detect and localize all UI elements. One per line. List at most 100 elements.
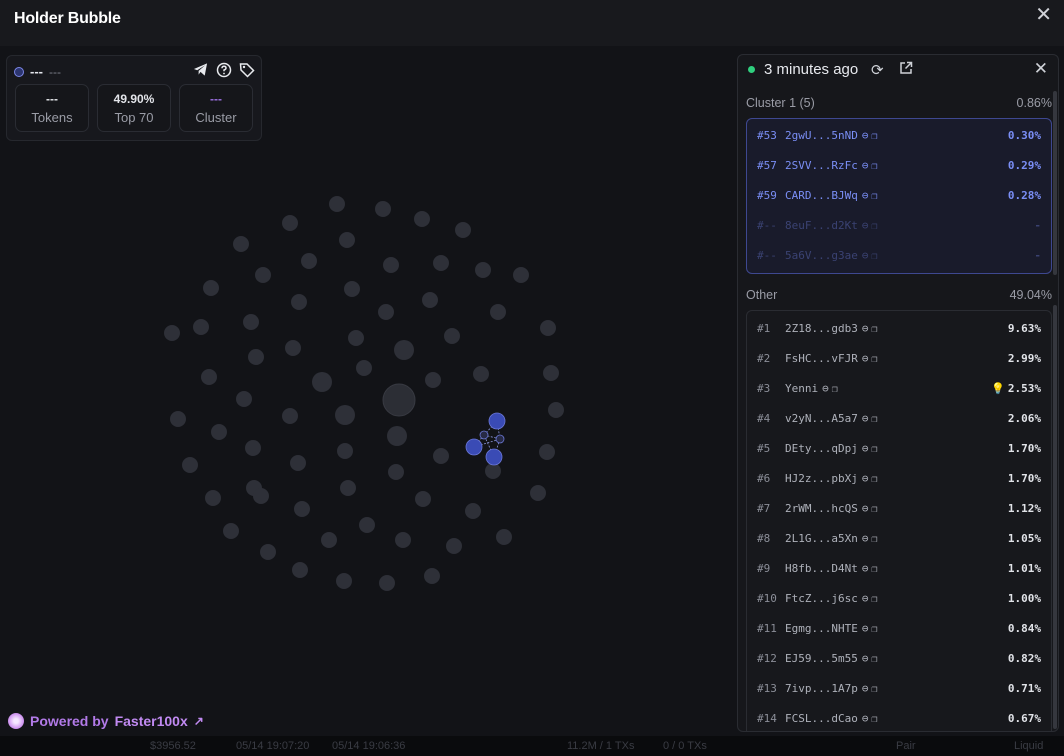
holder-bubble[interactable] bbox=[182, 457, 198, 473]
holder-bubble[interactable] bbox=[301, 253, 317, 269]
cluster-bubble[interactable] bbox=[495, 434, 505, 444]
copy-icon[interactable]: ❐ bbox=[871, 187, 877, 207]
holder-bubble[interactable] bbox=[282, 408, 298, 424]
copy-icon[interactable]: ❐ bbox=[871, 680, 877, 700]
holder-row[interactable]: #-- 8euF...d2Kt ⊖ ❐ - bbox=[747, 216, 1051, 236]
holder-bubble[interactable] bbox=[294, 501, 310, 517]
holder-address[interactable]: CARD...BJWq bbox=[785, 189, 858, 202]
holder-bubble[interactable] bbox=[248, 349, 264, 365]
copy-icon[interactable]: ❐ bbox=[871, 320, 877, 340]
external-link-icon[interactable] bbox=[899, 61, 913, 78]
holder-bubble[interactable] bbox=[379, 575, 395, 591]
holder-address[interactable]: 2SVV...RzFc bbox=[785, 159, 858, 172]
link-icon[interactable]: ⊖ bbox=[862, 709, 869, 729]
copy-icon[interactable]: ❐ bbox=[871, 247, 877, 267]
holder-bubble[interactable] bbox=[201, 369, 217, 385]
link-icon[interactable]: ⊖ bbox=[862, 216, 869, 236]
holder-address[interactable]: Yenni bbox=[785, 382, 818, 395]
holder-row[interactable]: #1 2Z18...gdb3 ⊖ ❐ 9.63% bbox=[747, 319, 1051, 339]
holder-bubble[interactable] bbox=[383, 257, 399, 273]
holder-address[interactable]: FsHC...vFJR bbox=[785, 352, 858, 365]
copy-icon[interactable]: ❐ bbox=[871, 590, 877, 610]
holder-bubble[interactable] bbox=[255, 267, 271, 283]
holder-row[interactable]: #4 v2yN...A5a7 ⊖ ❐ 2.06% bbox=[747, 409, 1051, 429]
holder-bubble[interactable] bbox=[203, 280, 219, 296]
holder-address[interactable]: 2gwU...5nND bbox=[785, 129, 858, 142]
cluster-scrollbar[interactable] bbox=[1053, 91, 1057, 275]
holder-bubble[interactable] bbox=[337, 443, 353, 459]
holder-bubble[interactable] bbox=[378, 304, 394, 320]
holder-bubble[interactable] bbox=[375, 201, 391, 217]
holder-address[interactable]: 7ivp...1A7p bbox=[785, 682, 858, 695]
holder-bubble[interactable] bbox=[223, 523, 239, 539]
other-scrollbar[interactable] bbox=[1053, 305, 1057, 729]
help-icon[interactable] bbox=[215, 62, 232, 79]
copy-icon[interactable]: ❐ bbox=[871, 710, 877, 730]
link-icon[interactable]: ⊖ bbox=[862, 649, 869, 669]
holder-bubble[interactable] bbox=[543, 365, 559, 381]
holder-bubble[interactable] bbox=[433, 448, 449, 464]
link-icon[interactable]: ⊖ bbox=[862, 469, 869, 489]
copy-icon[interactable]: ❐ bbox=[871, 127, 877, 147]
holder-bubble[interactable] bbox=[211, 424, 227, 440]
holder-bubble[interactable] bbox=[205, 490, 221, 506]
holder-row[interactable]: #10 FtcZ...j6sc ⊖ ❐ 1.00% bbox=[747, 589, 1051, 609]
holder-address[interactable]: 2L1G...a5Xn bbox=[785, 532, 858, 545]
holder-row[interactable]: #14 FCSL...dCao ⊖ ❐ 0.67% bbox=[747, 709, 1051, 729]
holder-bubble[interactable] bbox=[465, 503, 481, 519]
holder-bubble[interactable] bbox=[282, 215, 298, 231]
holder-row[interactable]: #3 Yenni ⊖ ❐ 💡 2.53% bbox=[747, 379, 1051, 399]
holder-address[interactable]: 2rWM...hcQS bbox=[785, 502, 858, 515]
powered-by-link[interactable]: Powered by Faster100x ↗ bbox=[8, 713, 204, 729]
copy-icon[interactable]: ❐ bbox=[832, 380, 838, 400]
copy-icon[interactable]: ❐ bbox=[871, 217, 877, 237]
holder-address[interactable]: H8fb...D4Nt bbox=[785, 562, 858, 575]
holder-bubble[interactable] bbox=[321, 532, 337, 548]
holder-row[interactable]: #6 HJ2z...pbXj ⊖ ❐ 1.70% bbox=[747, 469, 1051, 489]
holder-address[interactable]: 8euF...d2Kt bbox=[785, 219, 858, 232]
holder-bubble[interactable] bbox=[414, 211, 430, 227]
holder-address[interactable]: HJ2z...pbXj bbox=[785, 472, 858, 485]
holder-row[interactable]: #9 H8fb...D4Nt ⊖ ❐ 1.01% bbox=[747, 559, 1051, 579]
holder-bubble[interactable] bbox=[540, 320, 556, 336]
copy-icon[interactable]: ❐ bbox=[871, 350, 877, 370]
holder-bubble[interactable] bbox=[548, 402, 564, 418]
holder-bubble[interactable] bbox=[513, 267, 529, 283]
copy-icon[interactable]: ❐ bbox=[871, 530, 877, 550]
holder-bubble[interactable] bbox=[394, 340, 414, 360]
link-icon[interactable]: ⊖ bbox=[862, 349, 869, 369]
copy-icon[interactable]: ❐ bbox=[871, 470, 877, 490]
holder-row[interactable]: #53 2gwU...5nND ⊖ ❐ 0.30% bbox=[747, 126, 1051, 146]
copy-icon[interactable]: ❐ bbox=[871, 410, 877, 430]
holder-bubble[interactable] bbox=[496, 529, 512, 545]
holder-bubble[interactable] bbox=[233, 236, 249, 252]
link-icon[interactable]: ⊖ bbox=[862, 529, 869, 549]
holder-bubble[interactable] bbox=[193, 319, 209, 335]
cluster-bubble[interactable] bbox=[488, 412, 506, 430]
holder-bubble[interactable] bbox=[253, 488, 269, 504]
holder-bubble[interactable] bbox=[382, 383, 416, 417]
holder-bubble[interactable] bbox=[433, 255, 449, 271]
link-icon[interactable]: ⊖ bbox=[862, 679, 869, 699]
copy-icon[interactable]: ❐ bbox=[871, 440, 877, 460]
holder-bubble[interactable] bbox=[395, 532, 411, 548]
holder-address[interactable]: Egmg...NHTE bbox=[785, 622, 858, 635]
holder-bubble[interactable] bbox=[339, 232, 355, 248]
holder-bubble[interactable] bbox=[236, 391, 252, 407]
holder-bubble[interactable] bbox=[485, 463, 501, 479]
holder-bubble[interactable] bbox=[455, 222, 471, 238]
holder-bubble[interactable] bbox=[446, 538, 462, 554]
copy-icon[interactable]: ❐ bbox=[871, 650, 877, 670]
copy-icon[interactable]: ❐ bbox=[871, 620, 877, 640]
holder-bubble[interactable] bbox=[170, 411, 186, 427]
telegram-icon[interactable] bbox=[192, 62, 209, 79]
holder-bubble[interactable] bbox=[348, 330, 364, 346]
link-icon[interactable]: ⊖ bbox=[862, 246, 869, 266]
holder-bubble[interactable] bbox=[475, 262, 491, 278]
copy-icon[interactable]: ❐ bbox=[871, 157, 877, 177]
link-icon[interactable]: ⊖ bbox=[822, 379, 829, 399]
holder-bubble[interactable] bbox=[336, 573, 352, 589]
holder-bubble[interactable] bbox=[260, 544, 276, 560]
close-icon[interactable]: ✕ bbox=[1035, 2, 1052, 27]
holder-bubble[interactable] bbox=[415, 491, 431, 507]
